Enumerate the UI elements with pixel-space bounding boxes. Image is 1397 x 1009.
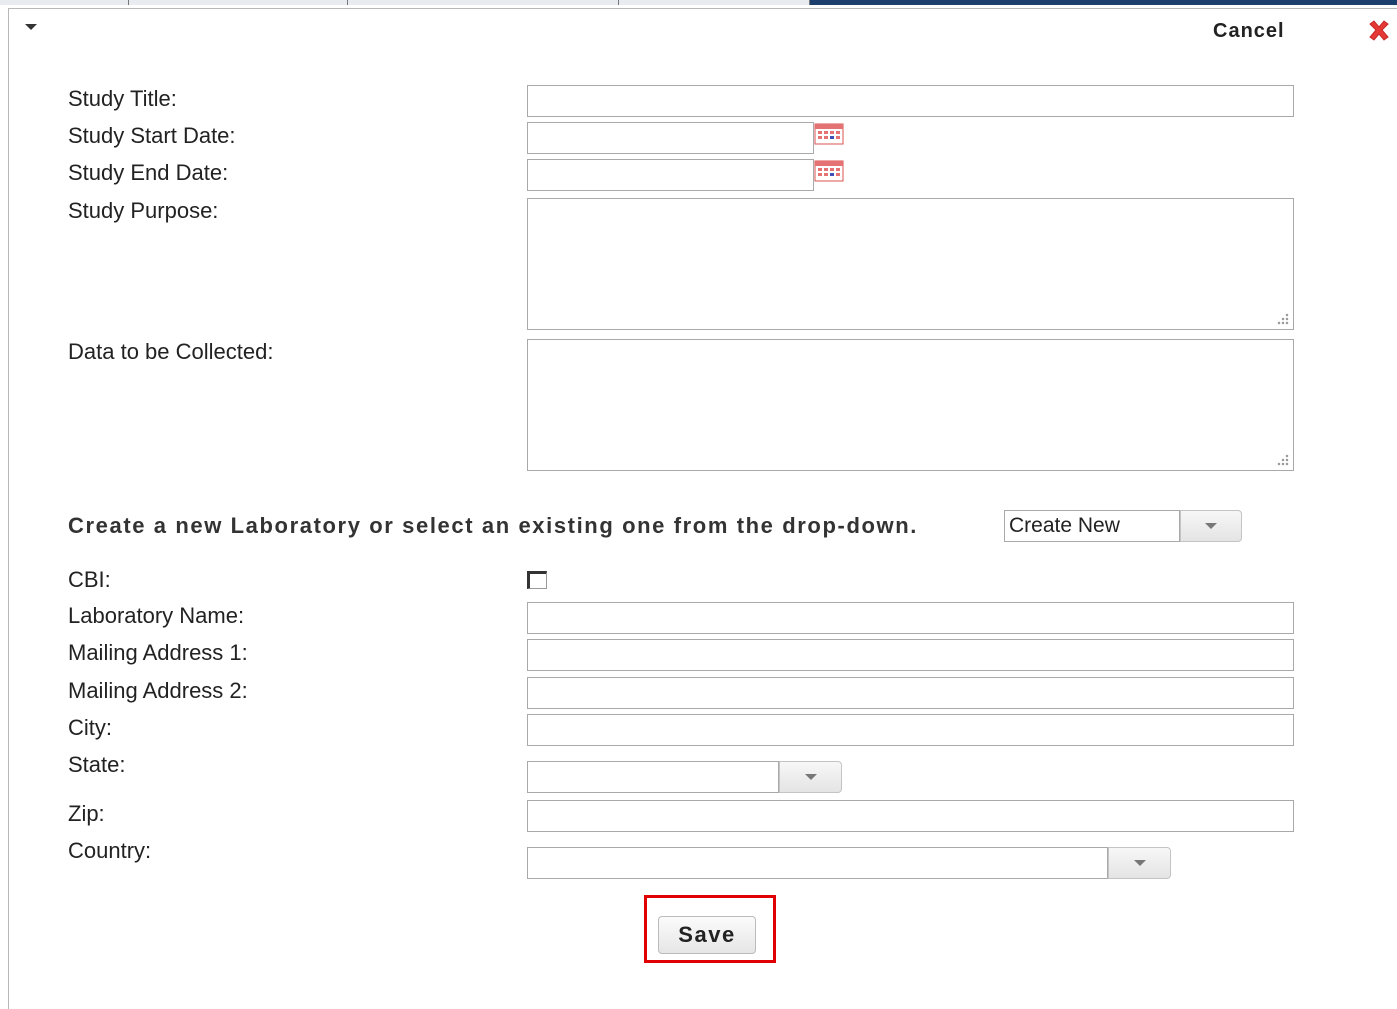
lab-select-value[interactable]: Create New — [1004, 510, 1180, 542]
calendar-icon[interactable] — [814, 160, 844, 182]
close-icon[interactable] — [1366, 18, 1392, 44]
tab-strip — [0, 0, 1397, 6]
chevron-down-icon — [1205, 523, 1217, 529]
country-select-dropdown-button[interactable] — [1108, 847, 1171, 879]
calendar-icon[interactable] — [814, 123, 844, 145]
study-purpose-textarea[interactable] — [527, 198, 1294, 330]
state-select-value[interactable] — [527, 761, 779, 793]
study-start-date-label: Study Start Date: — [68, 123, 236, 148]
cbi-label: CBI: — [68, 567, 111, 592]
tab-4[interactable] — [619, 0, 810, 5]
state-select-dropdown-button[interactable] — [779, 761, 842, 793]
lab-name-label: Laboratory Name: — [68, 603, 245, 628]
study-end-date-input[interactable] — [527, 159, 814, 191]
data-collected-label: Data to be Collected: — [68, 339, 274, 364]
data-collected-textarea[interactable] — [527, 339, 1294, 471]
cbi-checkbox[interactable] — [527, 571, 547, 589]
state-label: State: — [68, 752, 126, 777]
tab-3[interactable] — [348, 0, 619, 5]
cancel-link[interactable]: Cancel — [1213, 20, 1285, 43]
country-select-value[interactable] — [527, 847, 1108, 879]
address2-input[interactable] — [527, 677, 1294, 709]
tab-active[interactable] — [810, 0, 1397, 5]
lab-name-input[interactable] — [527, 602, 1294, 634]
study-title-label: Study Title: — [68, 86, 177, 111]
city-input[interactable] — [527, 714, 1294, 746]
lab-select-dropdown-button[interactable] — [1180, 510, 1242, 542]
address2-label: Mailing Address 2: — [68, 678, 248, 703]
address1-input[interactable] — [527, 639, 1294, 671]
city-label: City: — [68, 715, 112, 740]
resize-grip-icon[interactable] — [1275, 452, 1289, 466]
zip-input[interactable] — [527, 800, 1294, 832]
study-purpose-label: Study Purpose: — [68, 198, 219, 223]
study-title-input[interactable] — [527, 85, 1294, 117]
address1-label: Mailing Address 1: — [68, 640, 248, 665]
resize-grip-icon[interactable] — [1275, 311, 1289, 325]
study-end-date-label: Study End Date: — [68, 160, 229, 185]
state-select[interactable] — [527, 761, 842, 794]
country-label: Country: — [68, 838, 152, 863]
chevron-down-icon — [804, 774, 817, 780]
country-select[interactable] — [527, 847, 1171, 880]
lab-select[interactable]: Create New — [1004, 510, 1242, 543]
tab-2[interactable] — [129, 0, 348, 5]
study-start-date-input[interactable] — [527, 122, 814, 154]
collapse-arrow-icon[interactable] — [25, 24, 37, 30]
zip-label: Zip: — [68, 801, 105, 826]
save-button[interactable]: Save — [658, 916, 756, 954]
tab-1[interactable] — [0, 0, 129, 5]
lab-section-prompt: Create a new Laboratory or select an exi… — [68, 513, 918, 538]
chevron-down-icon — [1133, 860, 1146, 866]
